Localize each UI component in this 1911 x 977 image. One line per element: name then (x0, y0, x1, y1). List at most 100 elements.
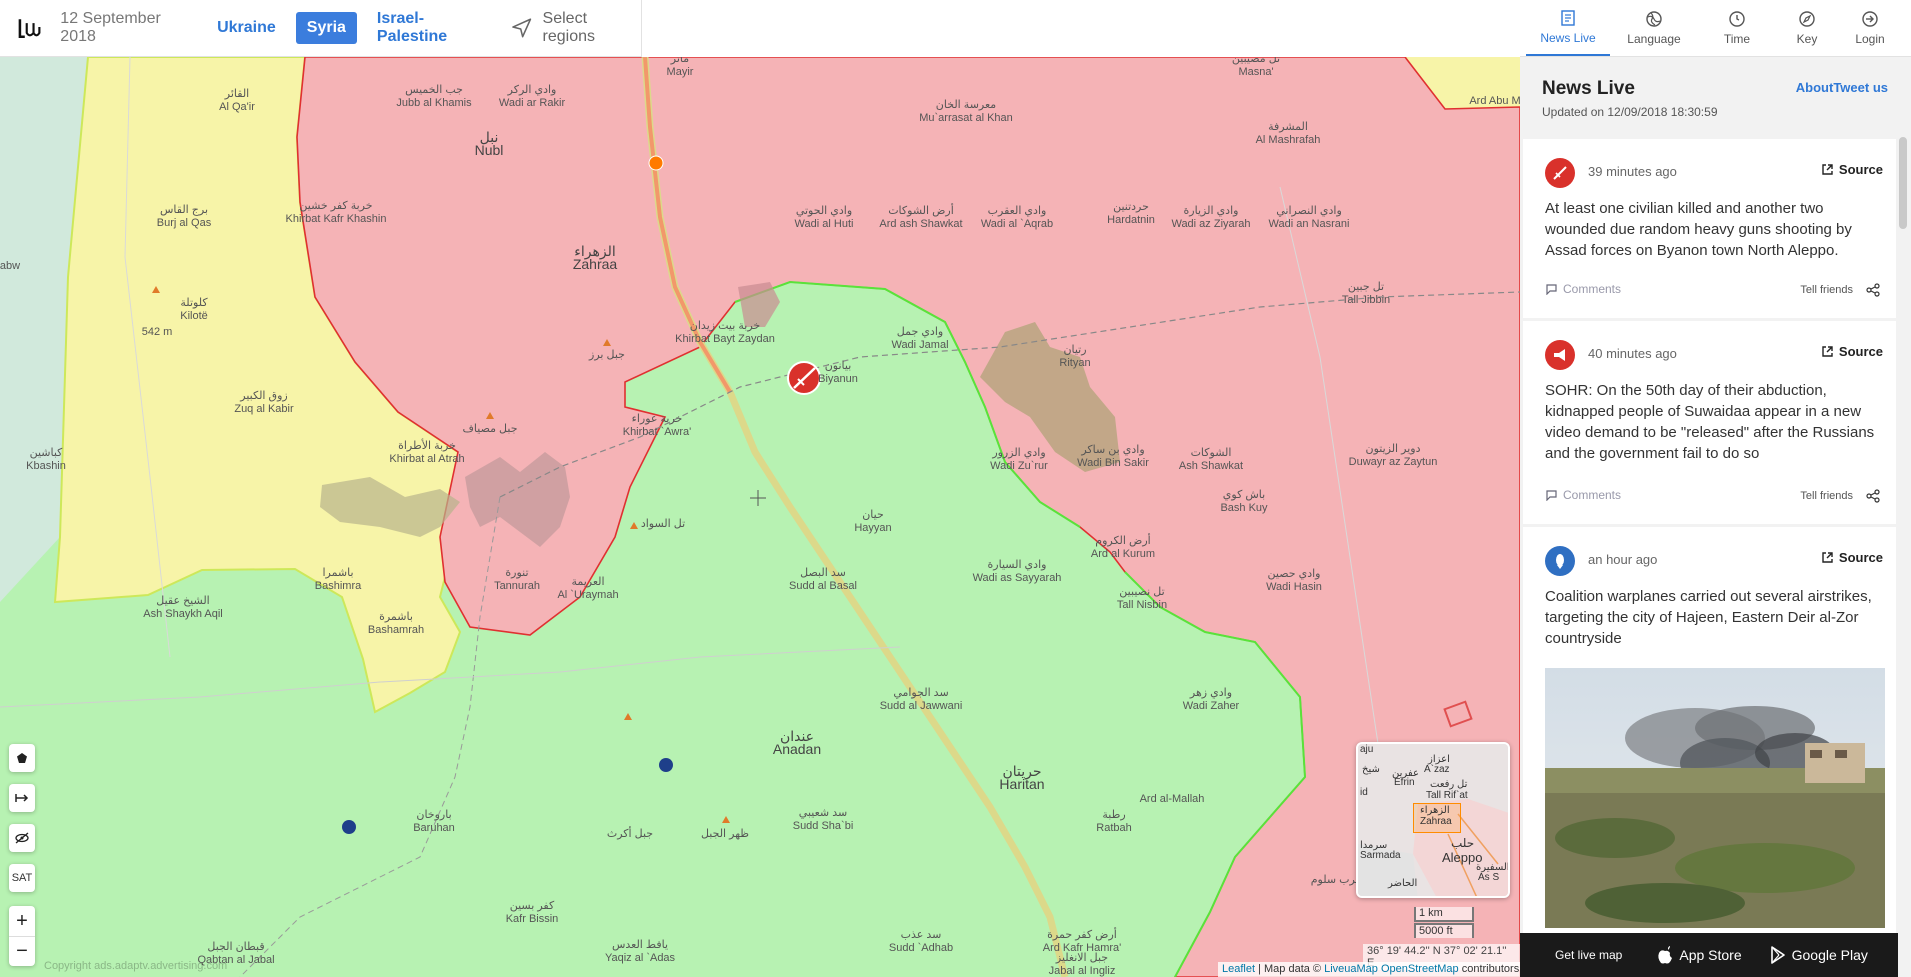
map-label-wadi-hasin: وادي حصين Wadi Hasin (1266, 568, 1322, 593)
map-territory-layer (0, 57, 1520, 977)
compass-icon (1799, 11, 1815, 27)
region-tab-ukraine[interactable]: Ukraine (217, 19, 276, 37)
map-label-kilote: كلوتلة Kilotë (180, 297, 208, 322)
map-label-wadi-zurur: وادي الزرور Wadi Zu`rur (990, 447, 1048, 472)
minimap-label: Sarmada (1360, 850, 1401, 861)
select-regions-label: Select regions (542, 10, 596, 45)
nav-language[interactable]: Language (1610, 0, 1698, 56)
comments-label: Comments (1563, 488, 1622, 502)
nav-time[interactable]: Time (1698, 0, 1776, 56)
news-time: 39 minutes ago (1588, 164, 1677, 179)
eye-off-icon (15, 832, 29, 844)
tell-friends-link[interactable]: Tell friends (1800, 490, 1853, 502)
copyright-watermark: Copyright ads.adaptv.advertising.com (44, 960, 228, 972)
external-link-icon (1822, 164, 1833, 175)
news-time: 40 minutes ago (1588, 346, 1677, 361)
map-label-wadi-an-nasrani: وادي النصراني Wadi an Nasrani (1268, 205, 1350, 230)
map-label-zahraa: الزهراء Zahraa (572, 243, 618, 272)
leaflet-link[interactable]: Leaflet (1222, 963, 1255, 975)
news-text[interactable]: At least one civilian killed and another… (1545, 198, 1885, 261)
tell-friends-link[interactable]: Tell friends (1800, 284, 1853, 296)
app-store-button[interactable]: App Store (1657, 946, 1742, 964)
nav-label: Login (1855, 32, 1885, 46)
map-label-kbashin: كباشين Kbashin (26, 447, 66, 472)
google-play-button[interactable]: Google Play (1770, 946, 1868, 964)
liveuamap-link[interactable]: LiveuaMap (1324, 963, 1378, 975)
map-label-ard-abu-m: Ard Abu M (1469, 95, 1520, 107)
map-label-ash-shawkat: الشوكات Ash Shawkat (1178, 447, 1244, 472)
rifle-marker[interactable] (787, 361, 821, 395)
map[interactable]: القائر Al Qa'ir جب الخميس Jubb al Khamis و… (0, 57, 1520, 977)
region-tab-syria[interactable]: Syria (295, 12, 357, 44)
news-card[interactable]: 40 minutes ago Source SOHR: On the 50th … (1523, 321, 1896, 524)
map-label-muarrasat-al-khan: معرسة الخان Mu`arrasat al Khan (919, 99, 1013, 124)
liveuamap-logo-icon[interactable] (17, 15, 42, 41)
login-icon (1862, 11, 1878, 27)
map-label-wadi-al-aqrab: وادي العقرب Wadi al `Aqrab (980, 205, 1054, 230)
news-card[interactable]: an hour ago Source Coalition warplanes c… (1523, 527, 1896, 977)
nav-key[interactable]: Key (1776, 0, 1838, 56)
minimap-label: Zahraa (1420, 816, 1452, 827)
comments-link[interactable]: Comments (1545, 488, 1621, 502)
map-label-bashimra: باشمرا Bashimra (314, 567, 362, 592)
map-label-khirbat-al-atrah: خربة الأطراة Khirbat al Atrah (389, 440, 465, 465)
minimap-label: تل رفعت (1430, 779, 1468, 790)
satellite-toggle[interactable]: SAT (9, 864, 35, 892)
hide-layers-button[interactable] (9, 824, 35, 852)
map-label-al-uraymah: العريمة Al `Uraymah (557, 576, 619, 601)
measure-button[interactable] (9, 784, 35, 812)
clock-icon (1729, 11, 1745, 27)
share-icon[interactable] (1866, 489, 1880, 503)
map-label-biyanun: بيانون Biyanun (818, 360, 858, 385)
attribution-separator: | Map data © (1258, 963, 1322, 975)
select-regions-button[interactable]: Select regions (511, 10, 641, 46)
zoom-in-button[interactable]: + (9, 906, 35, 936)
region-tab-israel-palestine[interactable]: Israel-Palestine (377, 10, 491, 46)
google-play-label: Google Play (1791, 947, 1868, 963)
map-label-sudd-al-basal: سد البصل Sudd al Basal (789, 567, 857, 592)
map-label-ard-ash-shawkat: أرض الشوكات Ard ash Shawkat (879, 205, 963, 230)
scale-imperial: 5000 ft (1414, 923, 1474, 938)
minimap-label: حلب (1451, 836, 1475, 850)
attribution-contributors: contributors (1461, 963, 1520, 975)
navigation-arrow-icon (512, 18, 532, 38)
news-photo[interactable] (1545, 668, 1885, 928)
news-text[interactable]: Coalition warplanes carried out several … (1545, 586, 1885, 649)
draw-polygon-button[interactable] (9, 744, 35, 772)
source-link[interactable]: Source (1821, 550, 1883, 565)
nav-news-live[interactable]: News Live (1526, 0, 1610, 56)
measure-arrow-icon (15, 794, 29, 802)
map-label-bash-kuy: باش كوي Bash Kuy (1220, 489, 1268, 514)
news-card[interactable]: 39 minutes ago Source At least one civil… (1523, 139, 1896, 318)
news-panel[interactable]: News Live Updated on 12/09/2018 18:30:59… (1520, 57, 1911, 977)
map-label-tall-as-sawad: تل السواد (640, 518, 686, 530)
nav-login[interactable]: Login (1838, 0, 1902, 56)
external-link-icon (1822, 552, 1833, 563)
comments-link[interactable]: Comments (1545, 282, 1621, 296)
map-label-burj-al-qas: برج القاس Burj al Qas (156, 204, 212, 229)
osm-link[interactable]: OpenStreetMap (1381, 963, 1459, 975)
map-label-al-qair: القائر Al Qa'ir (219, 88, 255, 113)
news-scrollbar[interactable] (1899, 137, 1907, 229)
map-label-ard-al-kurum: أرض الكروم Ard al Kurum (1090, 535, 1156, 560)
minimap-label: Efrin (1394, 777, 1415, 788)
map-label-abw: abw (0, 260, 21, 272)
current-date[interactable]: 12 September 2018 (60, 10, 197, 46)
map-label-sudd-al-jawwani: سد الجوامي Sudd al Jawwani (879, 687, 963, 712)
source-link[interactable]: Source (1821, 344, 1883, 359)
share-icon[interactable] (1866, 283, 1880, 297)
source-link[interactable]: Source (1821, 162, 1883, 177)
map-label-jabal-misyaf: جبل مصياف (462, 423, 518, 435)
get-live-map-label[interactable]: Get live map (1555, 948, 1622, 962)
map-label-hardatnin: حردتنين Hardatnin (1107, 201, 1155, 226)
map-label-khirbat-awra: خربة عوراء Khirbat `Awra' (622, 413, 692, 438)
tweet-us-link[interactable]: Tweet us (1833, 80, 1888, 95)
news-text[interactable]: SOHR: On the 50th day of their abduction… (1545, 380, 1885, 464)
megaphone-icon (1545, 340, 1575, 370)
about-link[interactable]: About (1796, 80, 1834, 95)
top-bar: 12 September 2018 Ukraine Syria Israel-P… (0, 0, 642, 57)
zoom-out-button[interactable]: − (9, 936, 35, 966)
right-nav: News Live Language Time Key Login (1520, 0, 1911, 57)
panel-links: AboutTweet us (1796, 80, 1888, 95)
minimap[interactable]: aju اعزاز A`zaz شيخ عفرين Efrin id تل رف… (1356, 742, 1510, 898)
